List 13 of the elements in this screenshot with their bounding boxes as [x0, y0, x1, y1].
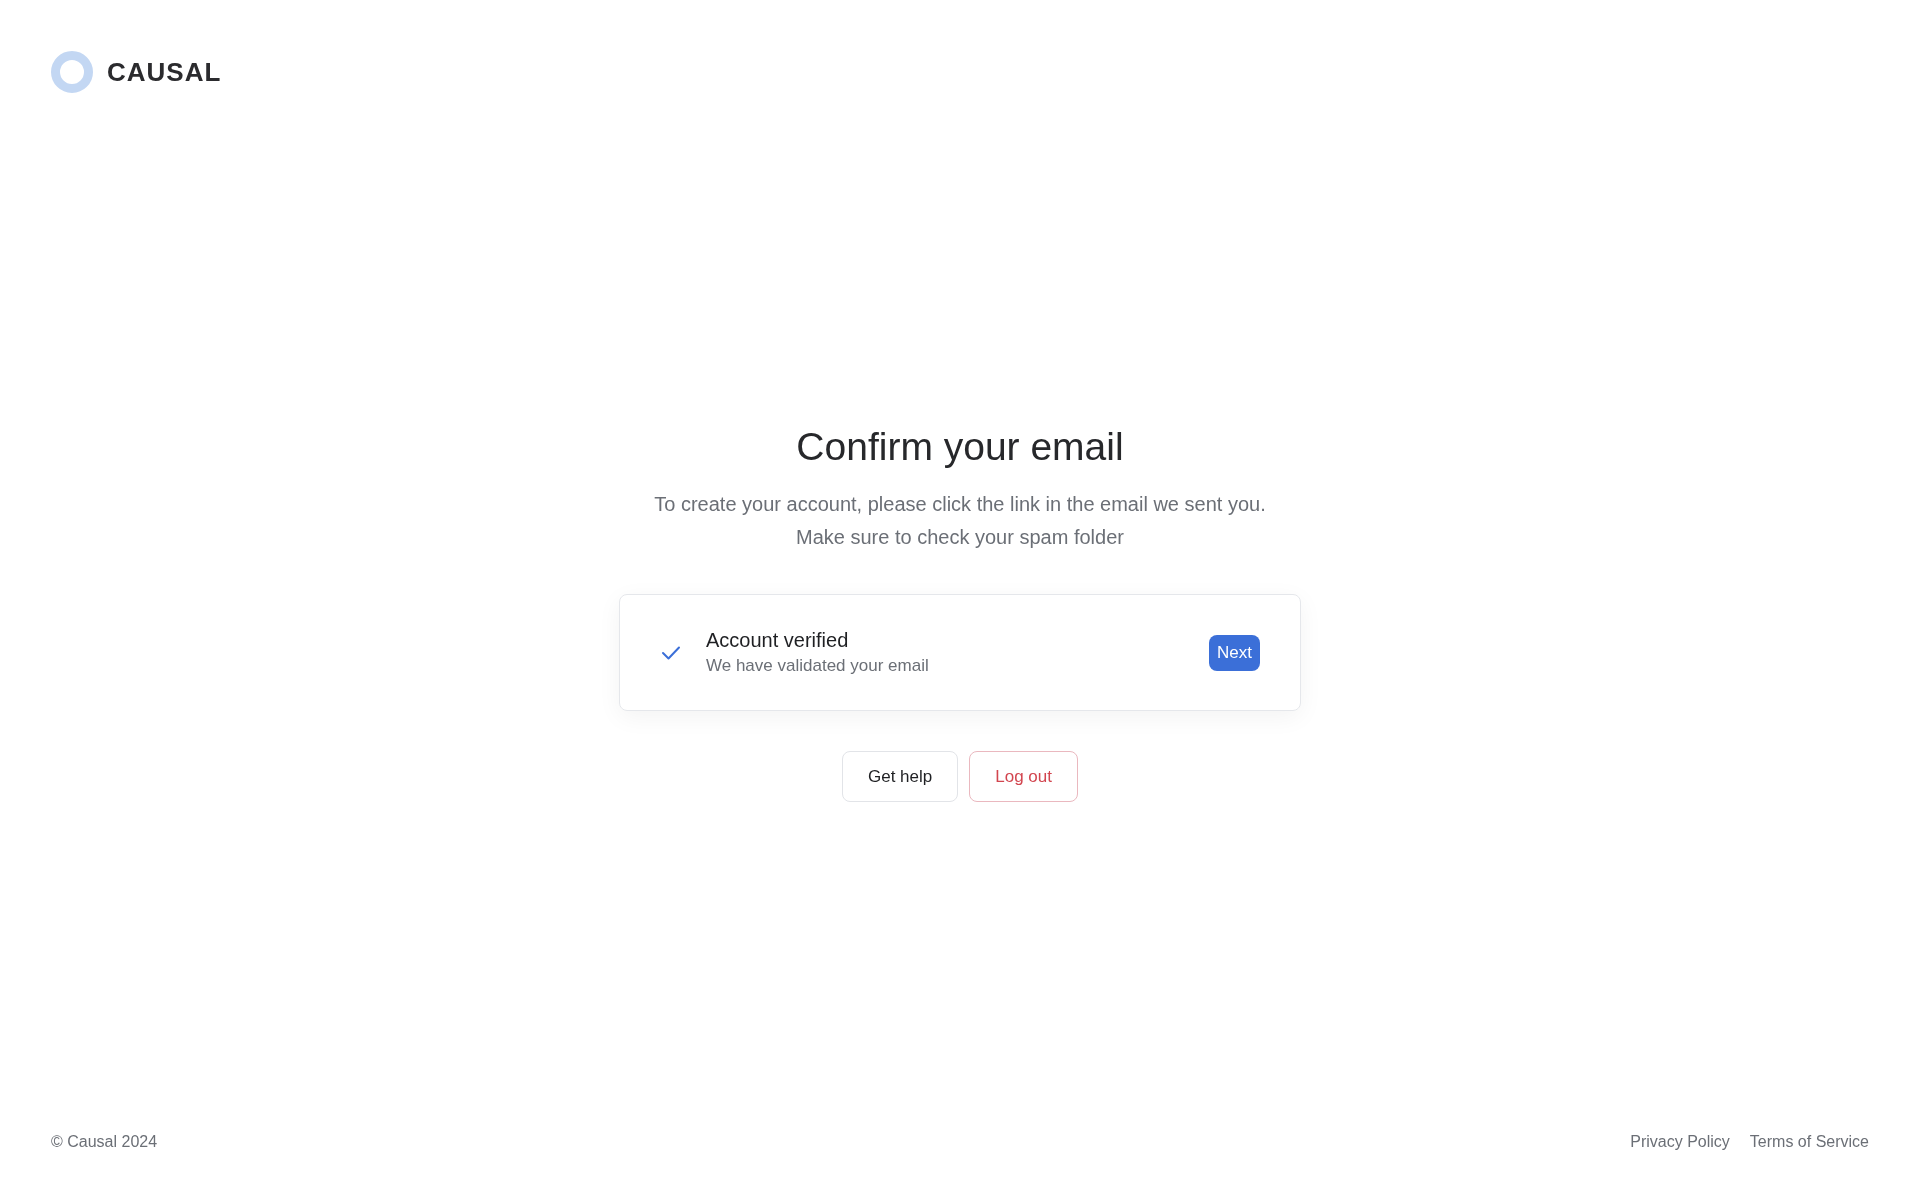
description-text: Make sure to check your spam folder — [796, 525, 1124, 550]
footer-link[interactable]: Privacy Policy — [1630, 1130, 1730, 1154]
status-subtitle: We have validated your email — [706, 654, 930, 677]
logo-ring-icon — [51, 51, 93, 93]
description-text: To create your account, please click the link in the email we sent you. — [654, 492, 1266, 517]
footer-link[interactable]: Terms of Service — [1749, 1130, 1869, 1154]
next-button[interactable]: Next — [1209, 634, 1260, 671]
help-button[interactable]: Get help — [842, 751, 959, 802]
logout-button[interactable]: Log out — [969, 751, 1078, 802]
page-heading: Confirm your email — [796, 424, 1124, 470]
copyright-text: © Causal 2024 — [51, 1132, 158, 1152]
logo-text: CAUSAL — [107, 56, 222, 89]
status-title: Account verified — [706, 627, 850, 653]
